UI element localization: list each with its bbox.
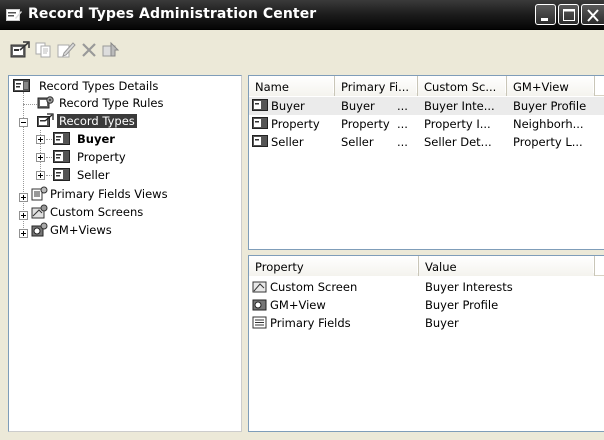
expand-toggle[interactable] (36, 135, 45, 144)
record-type-icon (252, 135, 268, 147)
minimize-icon (541, 18, 548, 21)
delete-icon[interactable] (79, 41, 99, 59)
properties-list[interactable]: Property Value Custom Screen Buyer Inter… (248, 255, 604, 432)
minimize-button[interactable] (535, 4, 556, 25)
cell-name: Buyer (271, 99, 305, 113)
column-header-property[interactable]: Property (249, 256, 419, 276)
new-record-type-icon[interactable] (10, 41, 30, 59)
record-type-icon (252, 117, 268, 129)
record-types-list[interactable]: Name Primary Fi... Custom Sc... GM+View … (248, 75, 604, 250)
maximize-button[interactable] (558, 4, 579, 25)
tree-line (23, 104, 37, 105)
copy-icon[interactable] (34, 41, 54, 59)
tree-label: Record Type Rules (59, 96, 164, 110)
cell-name: Seller (271, 135, 304, 149)
record-type-icon (53, 150, 70, 163)
tree-line (46, 157, 52, 158)
tree-label: Record Types Details (39, 79, 159, 93)
tree-label: Seller (77, 168, 110, 182)
close-button[interactable] (581, 4, 604, 25)
cell-primary-fields: Buyer (341, 99, 375, 113)
cell-value: Buyer Interests (425, 280, 513, 294)
cell-ellipsis: ... (397, 135, 408, 149)
cell-property: Custom Screen (270, 280, 358, 294)
list-header: Property Value (249, 256, 604, 276)
tree-label: Property (77, 150, 126, 164)
cell-custom-screen: Seller Det... (424, 135, 492, 149)
table-row[interactable]: GM+View Buyer Profile (249, 296, 604, 314)
maximize-icon (563, 9, 575, 21)
cell-custom-screen: Buyer Inte... (424, 99, 495, 113)
window-bottom-edge (0, 432, 604, 440)
table-row[interactable]: Custom Screen Buyer Interests (249, 278, 604, 296)
table-row[interactable]: Buyer Buyer ... Buyer Inte... Buyer Prof… (249, 97, 604, 115)
cell-ellipsis: ... (397, 117, 408, 131)
toolbar (0, 31, 604, 67)
tree-label: Buyer (77, 132, 115, 146)
custom-screens-icon (31, 204, 48, 219)
expand-toggle[interactable] (19, 211, 28, 220)
collapse-toggle[interactable] (19, 118, 28, 127)
edit-icon[interactable] (56, 41, 76, 59)
cell-property: GM+View (270, 298, 326, 312)
tree-label: Primary Fields Views (50, 187, 168, 201)
cell-value: Buyer (425, 316, 459, 330)
window-title: Record Types Administration Center (28, 6, 317, 22)
record-types-details-icon (13, 79, 30, 92)
record-type-icon (252, 99, 268, 111)
column-header-gm-view[interactable]: GM+View (507, 76, 595, 96)
custom-screen-icon (252, 281, 267, 293)
tree-line (46, 139, 52, 140)
tree-label: GM+Views (50, 223, 112, 237)
close-icon (587, 9, 599, 22)
app-icon (6, 9, 22, 21)
cell-primary-fields: Property (341, 117, 390, 131)
title-bar: Record Types Administration Center (0, 0, 604, 30)
cell-value: Buyer Profile (425, 298, 499, 312)
list-header: Name Primary Fi... Custom Sc... GM+View (249, 76, 604, 96)
table-row[interactable]: Seller Seller ... Seller Det... Property… (249, 133, 604, 151)
expand-toggle[interactable] (19, 229, 28, 238)
expand-toggle[interactable] (36, 153, 45, 162)
cell-custom-screen: Property I... (424, 117, 491, 131)
cell-ellipsis: ... (397, 99, 408, 113)
gm-views-icon (31, 222, 48, 237)
cell-gm-view: Property L... (513, 135, 583, 149)
record-type-icon (53, 132, 70, 145)
cell-property: Primary Fields (270, 316, 351, 330)
expand-toggle[interactable] (19, 193, 28, 202)
rules-icon (37, 96, 54, 109)
tree-line (46, 175, 52, 176)
column-header-name[interactable]: Name (249, 76, 335, 96)
primary-fields-icon (31, 186, 48, 201)
tree-label: Custom Screens (50, 205, 144, 219)
expand-toggle[interactable] (36, 171, 45, 180)
table-row[interactable]: Primary Fields Buyer (249, 314, 604, 332)
tree-label: Record Types (56, 113, 138, 129)
properties-icon[interactable] (101, 41, 121, 59)
column-header-primary-fields[interactable]: Primary Fi... (335, 76, 418, 96)
record-types-icon (37, 113, 54, 127)
cell-name: Property (271, 117, 320, 131)
column-header-custom-screen[interactable]: Custom Sc... (418, 76, 507, 96)
column-header-value[interactable]: Value (419, 256, 595, 276)
cell-gm-view: Buyer Profile (513, 99, 587, 113)
primary-fields-icon (252, 316, 267, 329)
record-type-icon (53, 168, 70, 181)
table-row[interactable]: Property Property ... Property I... Neig… (249, 115, 604, 133)
record-types-tree[interactable]: Record Types Details Record Type Rules R… (8, 75, 242, 432)
cell-gm-view: Neighborh... (513, 117, 584, 131)
cell-primary-fields: Seller (341, 135, 374, 149)
gm-view-icon (252, 299, 267, 311)
